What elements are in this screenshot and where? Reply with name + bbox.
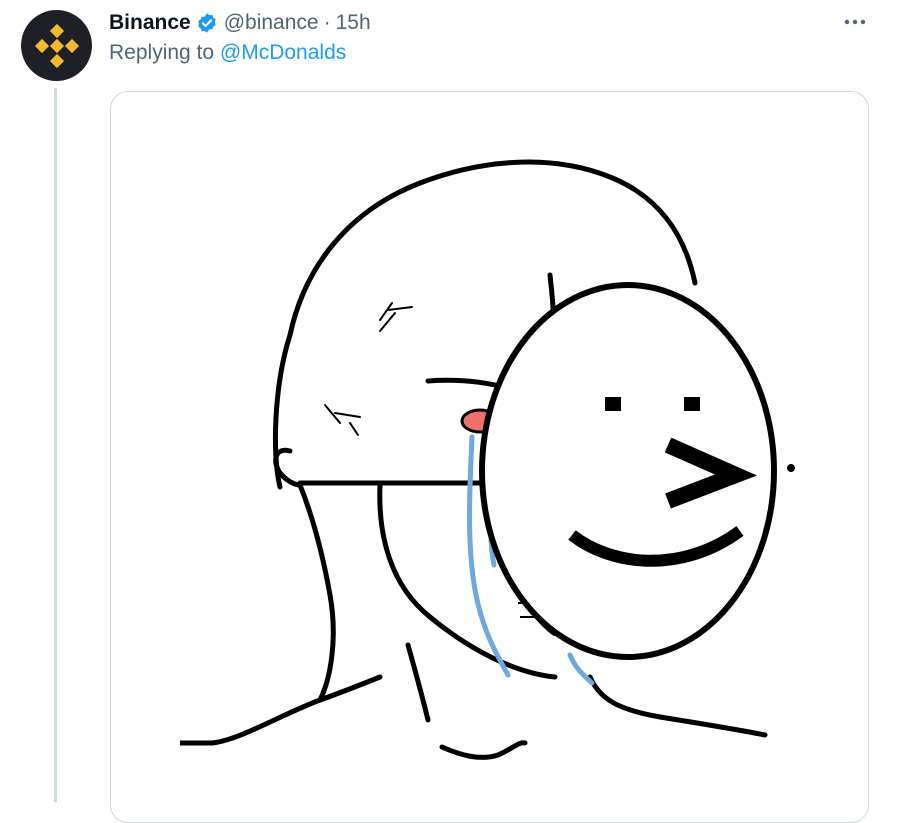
author-name[interactable]: Binance: [109, 11, 191, 35]
separator-dot: ·: [323, 11, 331, 34]
tweet-timestamp[interactable]: 15h: [336, 11, 371, 35]
verified-badge-icon: [196, 12, 218, 34]
wojak-mask-meme-image[interactable]: [180, 155, 798, 781]
replying-to-link[interactable]: @McDonalds: [220, 41, 346, 64]
thread-connector-line: [54, 88, 57, 802]
more-horizontal-icon: [844, 19, 866, 25]
more-options-button[interactable]: [838, 8, 872, 36]
tweet-header: Binance @binance · 15h: [109, 8, 371, 38]
author-handle[interactable]: @binance: [224, 11, 319, 35]
replying-to-line: Replying to @McDonalds: [109, 41, 346, 65]
binance-logo-icon: [34, 23, 79, 68]
replying-to-label: Replying to: [109, 41, 215, 64]
author-avatar[interactable]: [21, 10, 92, 81]
